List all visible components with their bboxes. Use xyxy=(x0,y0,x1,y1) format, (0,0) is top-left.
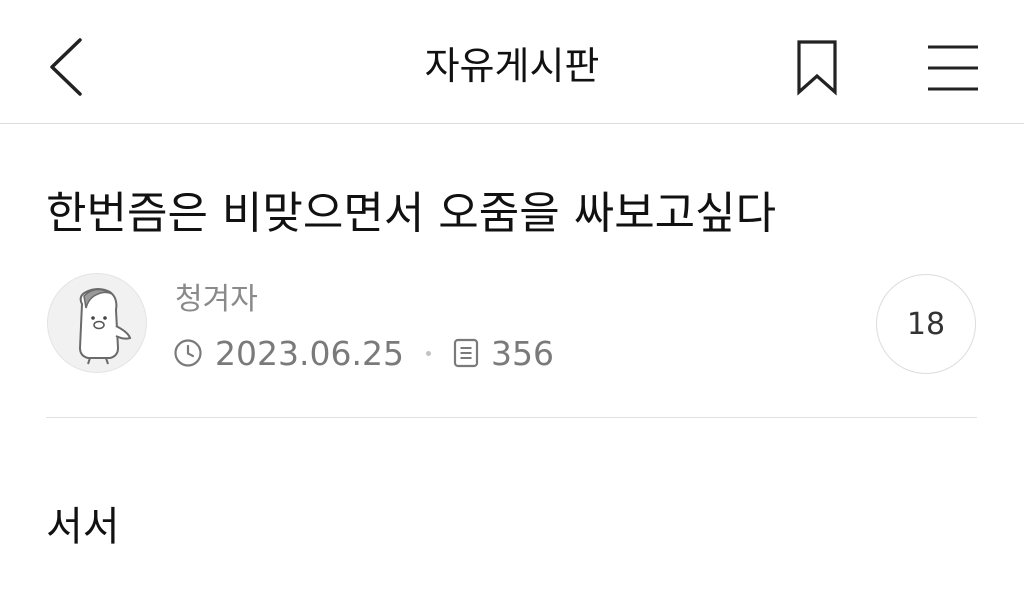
bookmark-button[interactable] xyxy=(792,38,842,96)
hamburger-menu-icon xyxy=(928,45,978,91)
post-meta: 2023.06.25 356 xyxy=(173,330,554,376)
clock-icon xyxy=(174,339,202,367)
back-button[interactable] xyxy=(44,36,92,98)
chevron-left-icon xyxy=(50,38,82,96)
post-body: 서서 xyxy=(46,504,120,550)
author-avatar[interactable] xyxy=(47,273,147,373)
view-count-icon xyxy=(453,338,479,368)
post-title: 한번즘은 비맞으면서 오줌을 싸보고싶다 xyxy=(46,188,777,239)
comment-count-button[interactable]: 18 xyxy=(876,274,976,374)
header-divider xyxy=(46,417,977,418)
author-name[interactable]: 청겨자 xyxy=(175,280,258,320)
top-app-bar: 자유게시판 xyxy=(0,0,1024,124)
bookmark-icon xyxy=(797,40,837,96)
separator-dot xyxy=(425,350,431,356)
menu-button[interactable] xyxy=(926,44,980,92)
character-avatar-icon xyxy=(78,288,132,365)
view-count: 356 xyxy=(490,333,554,373)
post-date: 2023.06.25 xyxy=(215,333,404,373)
board-title: 자유게시판 xyxy=(424,44,600,88)
